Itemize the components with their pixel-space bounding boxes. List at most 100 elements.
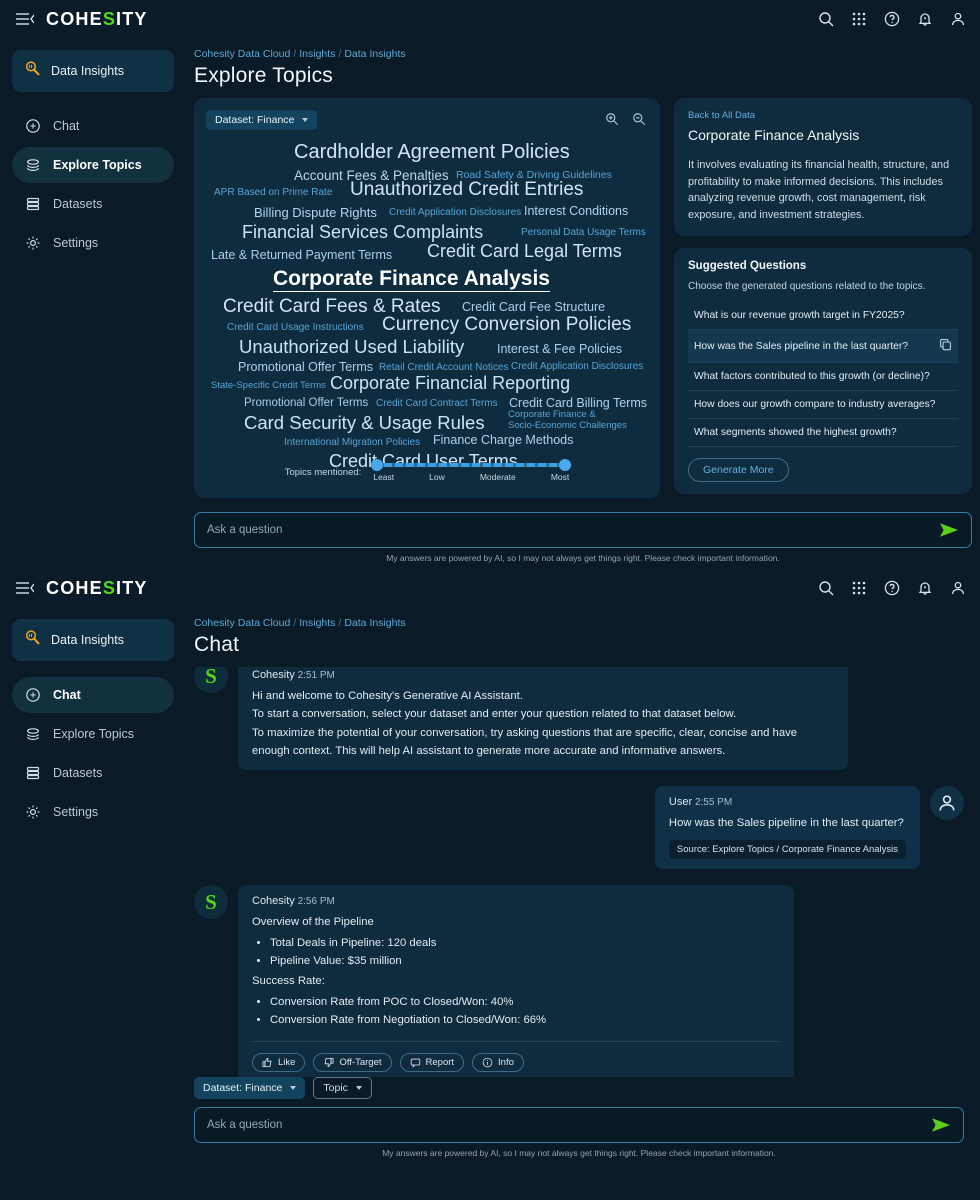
cohesity-logo[interactable]: COHESITY	[46, 578, 148, 599]
word-cloud-term[interactable]: Corporate Finance Analysis	[273, 268, 550, 292]
explore-ask-input[interactable]	[207, 524, 939, 536]
word-cloud-term[interactable]: Currency Conversion Policies	[382, 315, 631, 334]
chat-dataset-dropdown[interactable]: Dataset: Finance	[194, 1077, 306, 1099]
dataset-dropdown[interactable]: Dataset: Finance	[206, 110, 318, 130]
back-to-all-data-link[interactable]: Back to All Data	[688, 110, 958, 121]
chat-icon	[24, 117, 42, 135]
list-item: Conversion Rate from Negotiation to Clos…	[270, 1011, 780, 1029]
word-cloud-term[interactable]: APR Based on Prime Rate	[214, 188, 332, 198]
menu-toggle-icon[interactable]	[14, 578, 36, 598]
explore-ask-box[interactable]	[194, 512, 972, 548]
word-cloud-term[interactable]: Credit Application Disclosures	[389, 208, 521, 218]
word-cloud-term[interactable]: Billing Dispute Rights	[254, 206, 377, 219]
word-cloud-term[interactable]: Late & Returned Payment Terms	[211, 249, 392, 262]
menu-toggle-icon[interactable]	[14, 9, 36, 29]
generate-more-button[interactable]: Generate More	[688, 458, 789, 482]
word-cloud-term[interactable]: Credit Card Usage Instructions	[227, 323, 364, 333]
word-cloud[interactable]: Cardholder Agreement Policies Account Fee…	[206, 142, 648, 470]
breadcrumb-leaf[interactable]: Data Insights	[344, 617, 405, 629]
chat-transcript[interactable]: S Cohesity 2:51 PM Hi and welcome to Coh…	[194, 667, 964, 1077]
word-cloud-term[interactable]: Credit Card Billing Terms	[509, 397, 647, 410]
word-cloud-term[interactable]: Credit Card Contract Terms	[376, 399, 498, 409]
suggested-question-item[interactable]: What factors contributed to this growth …	[688, 363, 958, 391]
send-icon[interactable]	[939, 522, 959, 538]
word-cloud-term[interactable]: Promotional Offer Terms	[244, 397, 368, 410]
apps-grid-icon[interactable]	[851, 580, 867, 596]
sidebar-item-settings[interactable]: Settings	[12, 794, 174, 830]
chevron-down-icon	[302, 118, 309, 122]
zoom-in-icon[interactable]	[605, 112, 619, 131]
sidebar-item-datasets[interactable]: Datasets	[12, 186, 174, 222]
send-icon[interactable]	[931, 1117, 951, 1133]
topic-detail-body: It involves evaluating its financial hea…	[688, 159, 950, 222]
word-cloud-term[interactable]: Unauthorized Used Liability	[239, 337, 464, 357]
search-icon[interactable]	[818, 580, 834, 596]
slider-tick: Most	[550, 472, 570, 482]
suggested-question-item[interactable]: How was the Sales pipeline in the last q…	[688, 330, 958, 363]
top-app-bar-chat: COHESITY	[0, 569, 980, 607]
sidebar-header-data-insights[interactable]: Data Insights	[12, 50, 174, 92]
sidebar-item-explore-topics[interactable]: Explore Topics	[12, 147, 174, 183]
help-icon[interactable]	[884, 11, 900, 27]
suggested-question-item[interactable]: What segments showed the highest growth?	[688, 419, 958, 447]
chat-ask-box[interactable]	[194, 1107, 964, 1143]
sidebar-item-chat[interactable]: Chat	[12, 677, 174, 713]
word-cloud-term[interactable]: Credit Card Legal Terms	[427, 242, 622, 260]
breadcrumb-mid[interactable]: Insights	[299, 48, 335, 60]
word-cloud-term[interactable]: International Migration Policies	[284, 438, 420, 448]
word-cloud-term[interactable]: Card Security & Usage Rules	[244, 413, 485, 433]
word-cloud-term[interactable]: Cardholder Agreement Policies	[294, 142, 570, 162]
sidebar-header-data-insights[interactable]: Data Insights	[12, 619, 174, 661]
suggested-question-label: How was the Sales pipeline in the last q…	[694, 340, 909, 352]
page-title: Chat	[194, 633, 240, 656]
copy-icon[interactable]	[939, 338, 952, 354]
sidebar-item-datasets[interactable]: Datasets	[12, 755, 174, 791]
account-icon[interactable]	[950, 580, 966, 596]
word-cloud-term[interactable]: Interest & Fee Policies	[497, 343, 622, 356]
breadcrumb-root[interactable]: Cohesity Data Cloud	[194, 48, 290, 60]
info-button[interactable]: Info	[472, 1053, 524, 1073]
notifications-icon[interactable]	[917, 580, 933, 596]
chevron-down-icon	[290, 1086, 297, 1090]
search-icon[interactable]	[818, 11, 834, 27]
word-cloud-term[interactable]: Corporate Finance &	[508, 410, 596, 420]
word-cloud-term[interactable]: Promotional Offer Terms	[238, 361, 373, 374]
chat-ask-input[interactable]	[207, 1119, 931, 1131]
sidebar-item-explore-topics[interactable]: Explore Topics	[12, 716, 174, 752]
slider-knob-min[interactable]	[371, 459, 384, 471]
word-cloud-term[interactable]: Credit Card Fee Structure	[462, 301, 605, 314]
slider-track-wrap[interactable]	[371, 459, 572, 471]
breadcrumb-root[interactable]: Cohesity Data Cloud	[194, 617, 290, 629]
suggested-question-item[interactable]: What is our revenue growth target in FY2…	[688, 302, 958, 330]
word-cloud-term[interactable]: Socio-Economic Challenges	[508, 421, 627, 431]
suggested-question-item[interactable]: How does our growth compare to industry …	[688, 391, 958, 419]
breadcrumb-leaf[interactable]: Data Insights	[344, 48, 405, 60]
word-cloud-term[interactable]: Finance Charge Methods	[433, 434, 573, 447]
sidebar-item-chat[interactable]: Chat	[12, 108, 174, 144]
feedback-row: Like Off-Target Report Info	[252, 1041, 780, 1073]
apps-grid-icon[interactable]	[851, 11, 867, 27]
word-cloud-term[interactable]: Unauthorized Credit Entries	[350, 180, 583, 199]
word-cloud-term[interactable]: Retail Credit Account Notices	[379, 363, 509, 373]
top-bar-actions	[818, 580, 966, 596]
report-button[interactable]: Report	[399, 1053, 465, 1073]
word-cloud-term[interactable]: State-Specific Credit Terms	[211, 381, 326, 391]
like-button[interactable]: Like	[252, 1053, 306, 1073]
word-cloud-term[interactable]: Credit Application Disclosures	[511, 362, 643, 372]
slider-knob-max[interactable]	[559, 459, 572, 471]
zoom-out-icon[interactable]	[632, 112, 646, 131]
breadcrumb-mid[interactable]: Insights	[299, 617, 335, 629]
word-cloud-term[interactable]: Personal Data Usage Terms	[521, 228, 646, 238]
help-icon[interactable]	[884, 580, 900, 596]
word-cloud-term[interactable]: Corporate Financial Reporting	[330, 374, 570, 392]
word-cloud-term[interactable]: Financial Services Complaints	[242, 223, 483, 241]
off-target-button[interactable]: Off-Target	[313, 1053, 392, 1073]
notifications-icon[interactable]	[917, 11, 933, 27]
sidebar-item-settings[interactable]: Settings	[12, 225, 174, 261]
account-icon[interactable]	[950, 11, 966, 27]
breadcrumb-sep: /	[338, 617, 342, 629]
word-cloud-term[interactable]: Interest Conditions	[524, 205, 628, 218]
cohesity-logo[interactable]: COHESITY	[46, 9, 148, 30]
data-insights-icon	[24, 629, 41, 651]
chat-topic-dropdown[interactable]: Topic	[313, 1077, 372, 1099]
